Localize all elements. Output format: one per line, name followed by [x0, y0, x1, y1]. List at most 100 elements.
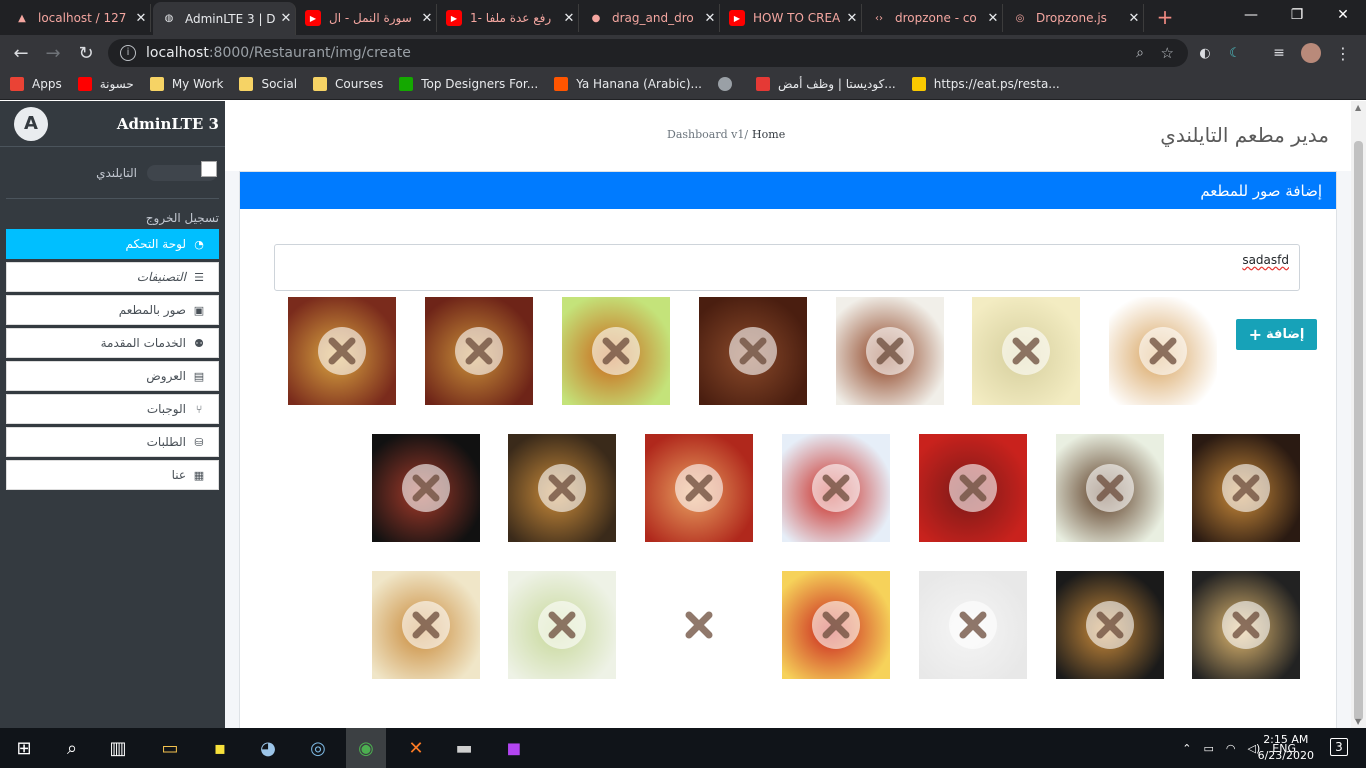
remove-image-icon[interactable] — [402, 464, 450, 512]
remove-image-icon[interactable] — [1222, 601, 1270, 649]
windows-icon[interactable]: ⊞ — [12, 736, 36, 760]
remove-image-icon[interactable] — [318, 327, 366, 375]
bookmark-star-icon[interactable]: ☆ — [1161, 44, 1174, 62]
sidebar-item[interactable]: الوجبات ⑂ — [6, 394, 219, 424]
brand-link[interactable]: A AdminLTE 3 — [0, 101, 225, 147]
site-info-icon[interactable]: i — [120, 45, 136, 61]
tray-chevron-icon[interactable]: ⌃ — [1182, 742, 1191, 755]
sidebar-item[interactable]: صور بالمطعم ▣ — [6, 295, 219, 325]
browser-tab[interactable]: ▲ localhost / 127 ✕ — [6, 4, 151, 32]
wrap-image[interactable] — [1109, 297, 1217, 405]
url-input[interactable]: i localhost:8000/Restaurant/img/create ⌕… — [108, 39, 1188, 67]
close-icon[interactable]: ✕ — [418, 11, 436, 26]
file-explorer-icon[interactable]: ▭ — [158, 736, 182, 760]
page-scrollbar[interactable]: ▲ ▼ — [1351, 101, 1366, 728]
sidebar-item[interactable]: عنا ▦ — [6, 460, 219, 490]
battery-icon[interactable]: ▭ — [1204, 742, 1214, 755]
user-name[interactable]: التايلندي — [96, 166, 137, 180]
chocolate-image[interactable] — [699, 297, 807, 405]
remove-image-icon[interactable] — [538, 601, 586, 649]
phpstorm-icon[interactable]: ◼ — [502, 736, 526, 760]
terminal-icon[interactable]: ▬ — [452, 736, 476, 760]
remove-image-icon[interactable] — [1139, 327, 1187, 375]
search-icon[interactable]: ⌕ — [60, 736, 84, 760]
minimize-button[interactable]: — — [1228, 0, 1274, 30]
bookmark-item[interactable]: كوديستا | وظف أمض... — [756, 77, 896, 91]
sidebar-item[interactable]: لوحة التحكم ◔ — [6, 229, 219, 259]
maximize-button[interactable]: ❐ — [1274, 0, 1320, 30]
zoom-icon[interactable]: ⌕ — [1136, 45, 1144, 61]
bookmark-item[interactable]: Ya Hanana (Arabic)... — [554, 77, 702, 91]
browser-tab[interactable]: ● drag_and_dro ✕ — [580, 4, 720, 32]
bookmark-item[interactable]: My Work — [149, 77, 223, 91]
storefront-image[interactable] — [782, 434, 890, 542]
bookmark-item[interactable] — [718, 77, 740, 91]
pizza-image[interactable] — [288, 297, 396, 405]
pizza-ad-image[interactable] — [1056, 571, 1164, 679]
remove-image-icon[interactable] — [812, 464, 860, 512]
kebab-image[interactable] — [836, 297, 944, 405]
close-icon[interactable]: ✕ — [560, 11, 578, 26]
remove-image-icon[interactable] — [455, 327, 503, 375]
browser-tab[interactable]: ▶ HOW TO CREA ✕ — [721, 4, 862, 32]
browser-tab[interactable]: ▶ 1- رفع عدة ملفا ✕ — [438, 4, 579, 32]
restaurant-front-image[interactable] — [508, 434, 616, 542]
profile-avatar[interactable] — [1298, 40, 1324, 66]
browser-tab[interactable]: ‹› dropzone - co ✕ — [863, 4, 1003, 32]
logout-link[interactable]: تسجيل الخروج — [0, 199, 225, 229]
remove-image-icon[interactable] — [1002, 327, 1050, 375]
browser-tab[interactable]: ◎ Dropzone.js ✕ — [1004, 4, 1144, 32]
chrome-icon[interactable]: ◉ — [346, 728, 386, 768]
meat-salad-image[interactable] — [1056, 434, 1164, 542]
extension-icon[interactable]: ◐ — [1192, 40, 1218, 66]
clock[interactable]: 2:15 AM 6/23/2020 — [1258, 732, 1314, 764]
bookmark-item[interactable]: Apps — [10, 77, 62, 91]
scroll-down-icon[interactable]: ▼ — [1355, 717, 1361, 726]
business-logo-image[interactable] — [919, 571, 1027, 679]
add-button[interactable]: + إضافة — [1236, 319, 1317, 350]
close-window-button[interactable]: ✕ — [1320, 0, 1366, 30]
reload-icon[interactable]: ↻ — [73, 40, 99, 66]
new-tab-button[interactable]: + — [1153, 7, 1177, 29]
close-icon[interactable]: ✕ — [132, 11, 150, 26]
food-truck-image[interactable] — [645, 434, 753, 542]
task-view-icon[interactable]: ▥ — [106, 736, 130, 760]
sticky-notes-icon[interactable]: ▪ — [208, 736, 232, 760]
moon-extension-icon[interactable]: ☾ — [1222, 40, 1248, 66]
pizza-top-image[interactable] — [1192, 571, 1300, 679]
bookmark-item[interactable]: Courses — [313, 77, 383, 91]
remove-image-icon[interactable] — [729, 327, 777, 375]
wifi-icon[interactable]: ◠ — [1226, 742, 1236, 755]
notifications-icon[interactable]: 3 — [1330, 738, 1348, 756]
remove-image-icon[interactable] — [675, 601, 723, 649]
juice-image[interactable] — [508, 571, 616, 679]
remove-image-icon[interactable] — [1222, 464, 1270, 512]
rice-meat-image[interactable] — [1192, 434, 1300, 542]
browser-tab[interactable]: ▶ سورة النمل - ال ✕ — [297, 4, 437, 32]
sidebar-item[interactable]: الطلبات ⛁ — [6, 427, 219, 457]
remove-image-icon[interactable] — [592, 327, 640, 375]
remove-image-icon[interactable] — [1086, 601, 1134, 649]
paint-icon[interactable]: ◕ — [256, 736, 280, 760]
close-icon[interactable]: ✕ — [701, 11, 719, 26]
bookmark-item[interactable]: Social — [239, 77, 297, 91]
close-icon[interactable]: ✕ — [843, 11, 861, 26]
sidebar-item[interactable]: العروض ▤ — [6, 361, 219, 391]
remove-image-icon[interactable] — [402, 601, 450, 649]
network-icon[interactable]: ◎ — [306, 736, 330, 760]
remove-image-icon[interactable] — [675, 464, 723, 512]
pizza-image[interactable] — [425, 297, 533, 405]
breadcrumb-home[interactable]: Home — [752, 128, 785, 141]
scroll-up-icon[interactable]: ▲ — [1355, 103, 1361, 112]
close-icon[interactable]: ✕ — [277, 11, 295, 26]
description-textarea[interactable]: sadasfd — [274, 244, 1300, 291]
sidebar-item[interactable]: التصنيفات ☰ — [6, 262, 219, 292]
sidebar-item[interactable]: الخدمات المقدمة ⚉ — [6, 328, 219, 358]
staff-image[interactable] — [919, 434, 1027, 542]
remove-image-icon[interactable] — [866, 327, 914, 375]
xampp-icon[interactable]: ✕ — [404, 736, 428, 760]
remove-image-icon[interactable] — [538, 464, 586, 512]
bookmark-item[interactable]: حسونة — [77, 77, 134, 91]
close-icon[interactable]: ✕ — [1125, 11, 1143, 26]
remove-image-icon[interactable] — [949, 464, 997, 512]
